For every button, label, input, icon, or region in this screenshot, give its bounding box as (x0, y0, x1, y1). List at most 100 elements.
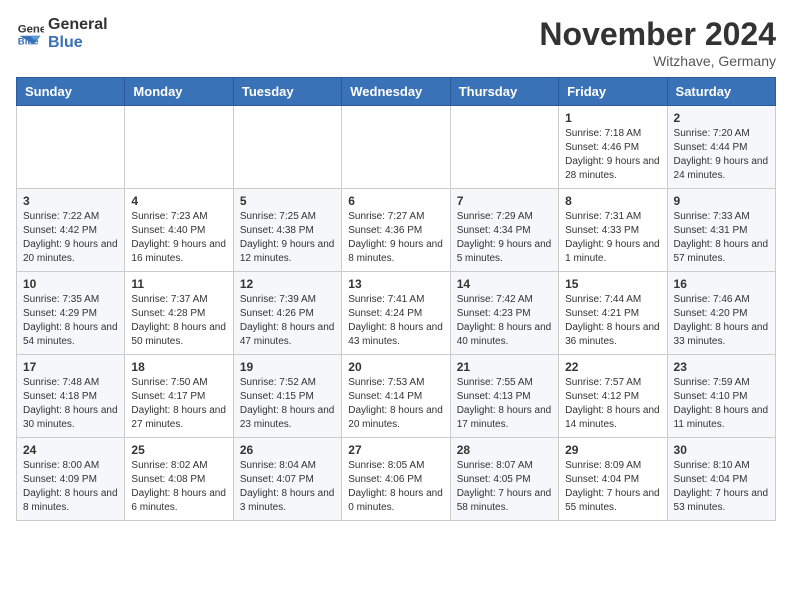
calendar-cell: 12 Sunrise: 7:39 AM Sunset: 4:26 PM Dayli… (233, 272, 341, 355)
day-number: 12 (240, 277, 335, 291)
day-info: Sunrise: 7:27 AM Sunset: 4:36 PM Dayligh… (348, 210, 443, 266)
calendar-cell: 28 Sunrise: 8:07 AM Sunset: 4:05 PM Dayli… (450, 438, 558, 521)
calendar-cell: 4Sunrise: 7:23 AM Sunset: 4:40 PM Daylig… (125, 189, 233, 272)
calendar-cell: 6 Sunrise: 7:27 AM Sunset: 4:36 PM Daylig… (342, 189, 450, 272)
calendar-cell: 21 Sunrise: 7:55 AM Sunset: 4:13 PM Dayli… (450, 355, 558, 438)
calendar-cell: 9 Sunrise: 7:33 AM Sunset: 4:31 PM Daylig… (667, 189, 775, 272)
col-sunday: Sunday (17, 78, 125, 106)
day-number: 10 (23, 277, 118, 291)
logo: General Blue General Blue (16, 16, 108, 51)
calendar-cell (17, 106, 125, 189)
svg-text:General: General (18, 23, 44, 35)
col-friday: Friday (559, 78, 667, 106)
day-number: 2 (674, 111, 769, 125)
calendar-cell: 2 Sunrise: 7:20 AM Sunset: 4:44 PM Daylig… (667, 106, 775, 189)
day-number: 25 (131, 443, 226, 457)
calendar-cell: 19 Sunrise: 7:52 AM Sunset: 4:15 PM Dayli… (233, 355, 341, 438)
day-info: Sunrise: 7:59 AM Sunset: 4:10 PM Dayligh… (674, 376, 769, 432)
day-info: Sunrise: 8:09 AM Sunset: 4:04 PM Dayligh… (565, 459, 660, 515)
week-row-3: 10 Sunrise: 7:35 AM Sunset: 4:29 PM Dayli… (17, 272, 776, 355)
day-number: 16 (674, 277, 769, 291)
day-info: Sunrise: 7:37 AM Sunset: 4:28 PM Dayligh… (131, 293, 226, 349)
calendar-cell: 30Sunrise: 8:10 AM Sunset: 4:04 PM Dayli… (667, 438, 775, 521)
day-number: 14 (457, 277, 552, 291)
day-number: 24 (23, 443, 118, 457)
calendar-cell: 22 Sunrise: 7:57 AM Sunset: 4:12 PM Dayli… (559, 355, 667, 438)
calendar-cell (125, 106, 233, 189)
calendar-cell: 24 Sunrise: 8:00 AM Sunset: 4:09 PM Dayli… (17, 438, 125, 521)
calendar-cell (450, 106, 558, 189)
day-number: 3 (23, 194, 118, 208)
day-number: 23 (674, 360, 769, 374)
calendar-cell: 27 Sunrise: 8:05 AM Sunset: 4:06 PM Dayli… (342, 438, 450, 521)
col-monday: Monday (125, 78, 233, 106)
calendar-cell: 5Sunrise: 7:25 AM Sunset: 4:38 PM Daylig… (233, 189, 341, 272)
day-info: Sunrise: 7:55 AM Sunset: 4:13 PM Dayligh… (457, 376, 552, 432)
calendar-cell: 11 Sunrise: 7:37 AM Sunset: 4:28 PM Dayli… (125, 272, 233, 355)
week-row-4: 17Sunrise: 7:48 AM Sunset: 4:18 PM Dayli… (17, 355, 776, 438)
day-info: Sunrise: 7:23 AM Sunset: 4:40 PM Dayligh… (131, 210, 226, 266)
week-row-2: 3 Sunrise: 7:22 AM Sunset: 4:42 PM Daylig… (17, 189, 776, 272)
day-number: 21 (457, 360, 552, 374)
day-info: Sunrise: 8:05 AM Sunset: 4:06 PM Dayligh… (348, 459, 443, 515)
day-number: 1 (565, 111, 660, 125)
day-info: Sunrise: 7:44 AM Sunset: 4:21 PM Dayligh… (565, 293, 660, 349)
day-info: Sunrise: 7:57 AM Sunset: 4:12 PM Dayligh… (565, 376, 660, 432)
day-info: Sunrise: 7:46 AM Sunset: 4:20 PM Dayligh… (674, 293, 769, 349)
week-row-5: 24 Sunrise: 8:00 AM Sunset: 4:09 PM Dayli… (17, 438, 776, 521)
col-saturday: Saturday (667, 78, 775, 106)
calendar-cell: 17Sunrise: 7:48 AM Sunset: 4:18 PM Dayli… (17, 355, 125, 438)
week-row-1: 1Sunrise: 7:18 AM Sunset: 4:46 PM Daylig… (17, 106, 776, 189)
calendar-table: Sunday Monday Tuesday Wednesday Thursday… (16, 77, 776, 521)
day-number: 5 (240, 194, 335, 208)
location-text: Witzhave, Germany (539, 53, 776, 69)
calendar-cell: 13Sunrise: 7:41 AM Sunset: 4:24 PM Dayli… (342, 272, 450, 355)
calendar-cell (342, 106, 450, 189)
day-number: 29 (565, 443, 660, 457)
day-info: Sunrise: 7:50 AM Sunset: 4:17 PM Dayligh… (131, 376, 226, 432)
day-number: 22 (565, 360, 660, 374)
day-number: 28 (457, 443, 552, 457)
day-info: Sunrise: 8:10 AM Sunset: 4:04 PM Dayligh… (674, 459, 769, 515)
day-info: Sunrise: 7:52 AM Sunset: 4:15 PM Dayligh… (240, 376, 335, 432)
calendar-cell: 15 Sunrise: 7:44 AM Sunset: 4:21 PM Dayli… (559, 272, 667, 355)
day-number: 9 (674, 194, 769, 208)
calendar-cell: 8 Sunrise: 7:31 AM Sunset: 4:33 PM Daylig… (559, 189, 667, 272)
day-info: Sunrise: 8:00 AM Sunset: 4:09 PM Dayligh… (23, 459, 118, 515)
calendar-cell: 23 Sunrise: 7:59 AM Sunset: 4:10 PM Dayli… (667, 355, 775, 438)
day-info: Sunrise: 7:39 AM Sunset: 4:26 PM Dayligh… (240, 293, 335, 349)
day-number: 26 (240, 443, 335, 457)
day-info: Sunrise: 8:02 AM Sunset: 4:08 PM Dayligh… (131, 459, 226, 515)
calendar-header-row: Sunday Monday Tuesday Wednesday Thursday… (17, 78, 776, 106)
day-info: Sunrise: 7:20 AM Sunset: 4:44 PM Dayligh… (674, 127, 769, 183)
day-info: Sunrise: 7:42 AM Sunset: 4:23 PM Dayligh… (457, 293, 552, 349)
day-info: Sunrise: 7:35 AM Sunset: 4:29 PM Dayligh… (23, 293, 118, 349)
day-info: Sunrise: 7:31 AM Sunset: 4:33 PM Dayligh… (565, 210, 660, 266)
day-info: Sunrise: 8:07 AM Sunset: 4:05 PM Dayligh… (457, 459, 552, 515)
logo-icon: General Blue (16, 20, 44, 48)
day-info: Sunrise: 7:33 AM Sunset: 4:31 PM Dayligh… (674, 210, 769, 266)
day-info: Sunrise: 7:29 AM Sunset: 4:34 PM Dayligh… (457, 210, 552, 266)
calendar-cell: 18Sunrise: 7:50 AM Sunset: 4:17 PM Dayli… (125, 355, 233, 438)
col-thursday: Thursday (450, 78, 558, 106)
month-title: November 2024 (539, 16, 776, 53)
title-block: November 2024 Witzhave, Germany (539, 16, 776, 69)
calendar-cell: 29 Sunrise: 8:09 AM Sunset: 4:04 PM Dayli… (559, 438, 667, 521)
day-number: 7 (457, 194, 552, 208)
day-number: 19 (240, 360, 335, 374)
day-info: Sunrise: 7:22 AM Sunset: 4:42 PM Dayligh… (23, 210, 118, 266)
day-info: Sunrise: 8:04 AM Sunset: 4:07 PM Dayligh… (240, 459, 335, 515)
day-number: 6 (348, 194, 443, 208)
calendar-cell: 25 Sunrise: 8:02 AM Sunset: 4:08 PM Dayli… (125, 438, 233, 521)
col-wednesday: Wednesday (342, 78, 450, 106)
logo-blue-text: Blue (48, 34, 108, 52)
svg-text:Blue: Blue (18, 36, 39, 47)
calendar-cell: 1Sunrise: 7:18 AM Sunset: 4:46 PM Daylig… (559, 106, 667, 189)
day-info: Sunrise: 7:41 AM Sunset: 4:24 PM Dayligh… (348, 293, 443, 349)
calendar-cell: 3 Sunrise: 7:22 AM Sunset: 4:42 PM Daylig… (17, 189, 125, 272)
day-info: Sunrise: 7:53 AM Sunset: 4:14 PM Dayligh… (348, 376, 443, 432)
day-number: 8 (565, 194, 660, 208)
day-number: 27 (348, 443, 443, 457)
day-number: 11 (131, 277, 226, 291)
day-number: 15 (565, 277, 660, 291)
